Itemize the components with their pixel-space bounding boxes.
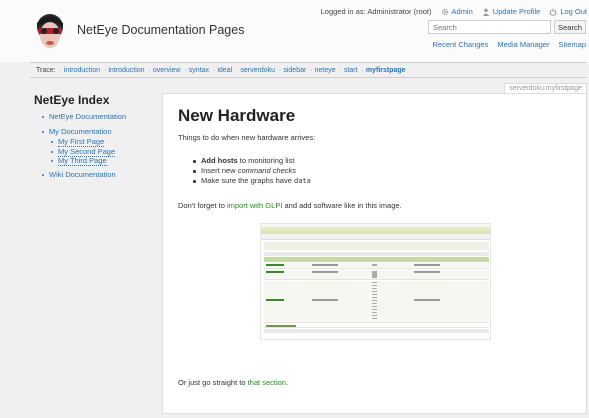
sidebar-subitem: My First Page	[34, 137, 158, 147]
list-item-text: Insert new	[201, 166, 238, 175]
that-section-link[interactable]: that section	[248, 378, 286, 387]
list-item: Insert new command checks	[193, 166, 311, 176]
paragraph-text: and add software like in this image.	[282, 201, 402, 210]
sidebar-nav: NetEye Documentation My Documentation My…	[34, 112, 158, 180]
admin-label: Admin	[451, 7, 473, 16]
logout-label: Log Out	[560, 7, 587, 16]
search-form: Search	[428, 20, 586, 34]
breadcrumb-item[interactable]: syntax	[189, 67, 209, 74]
sidebar-subitem: My Third Page	[34, 156, 158, 166]
logo[interactable]	[34, 13, 66, 51]
search-button[interactable]: Search	[554, 20, 586, 34]
paragraph-text: Or just go straight to	[178, 378, 248, 387]
site-title[interactable]: NetEye Documentation Pages	[77, 23, 244, 37]
breadcrumb-item[interactable]: serverdoku	[240, 67, 275, 74]
logged-in-text: Logged in as: Administrator (root)	[320, 7, 432, 16]
sidebar-item: My Documentation	[34, 127, 158, 137]
site-tools: Recent Changes Media Manager Sitemap	[423, 40, 586, 49]
glpi-paragraph: Don't forget to import with GLPI and add…	[178, 201, 402, 210]
sidebar-item: Wiki Documentation	[34, 170, 158, 180]
user-icon	[482, 8, 489, 16]
intro-paragraph: Things to do when new hardware arrives:	[178, 133, 316, 142]
breadcrumb-divider	[30, 77, 586, 78]
sidebar-item-my-third-page[interactable]: My Third Page	[58, 156, 107, 166]
page-heading: New Hardware	[178, 106, 296, 125]
import-glpi-link[interactable]: import with GLPI	[227, 201, 282, 210]
breadcrumb-current[interactable]: myfirstpage	[366, 67, 406, 74]
sidebar-subnav: My First Page My Second Page My Third Pa…	[34, 137, 158, 166]
search-input[interactable]	[428, 20, 551, 34]
update-profile-label: Update Profile	[492, 7, 541, 16]
section-paragraph: Or just go straight to that section.	[178, 378, 288, 387]
list-item-text: Make sure the graphs have	[201, 176, 294, 185]
sidebar-item-neteye-documentation[interactable]: NetEye Documentation	[49, 112, 126, 121]
breadcrumb-item[interactable]: ideal	[217, 67, 232, 74]
breadcrumb-item[interactable]: neteye	[315, 67, 336, 74]
sidebar-subitem: My Second Page	[34, 146, 158, 157]
breadcrumb-item[interactable]: introduction	[64, 67, 100, 74]
media-manager-link[interactable]: Media Manager	[497, 40, 549, 49]
power-icon	[549, 8, 557, 16]
breadcrumb-label: Trace:	[36, 67, 56, 74]
user-bar: Logged in as: Administrator (root) Admin…	[321, 7, 587, 16]
breadcrumb-item[interactable]: introduction	[108, 67, 144, 74]
sidebar-item-wiki-documentation[interactable]: Wiki Documentation	[49, 170, 116, 179]
logout-link[interactable]: Log Out	[549, 7, 587, 16]
breadcrumb-item[interactable]: sidebar	[283, 67, 306, 74]
site-header: NetEye Documentation Pages Logged in as:…	[0, 0, 589, 62]
sidebar-item-my-first-page[interactable]: My First Page	[58, 137, 105, 147]
paragraph-text: .	[285, 378, 289, 387]
page-content: New Hardware Things to do when new hardw…	[162, 93, 587, 414]
breadcrumb-item[interactable]: start	[344, 67, 358, 74]
breadcrumb: Trace: · introduction · introduction · over…	[36, 67, 406, 74]
page-id-tag: serverdoku:myfirstpage	[504, 83, 587, 93]
header-divider	[30, 62, 586, 63]
list-item-text: to monitoring list	[237, 156, 295, 165]
add-hosts-text: Add hosts	[201, 156, 238, 165]
update-profile-link[interactable]: Update Profile	[482, 7, 541, 16]
admin-link[interactable]: Admin	[441, 7, 473, 16]
command-checks-text: command checks	[237, 166, 297, 175]
gear-icon	[441, 8, 448, 15]
sidebar: NetEye Index NetEye Documentation My Doc…	[34, 93, 158, 185]
sidebar-item: NetEye Documentation	[34, 112, 158, 122]
breadcrumb-item[interactable]: overview	[153, 67, 181, 74]
sidebar-title: NetEye Index	[34, 93, 110, 107]
todo-list: Add hosts to monitoring list Insert new …	[193, 156, 311, 186]
list-item: Add hosts to monitoring list	[193, 156, 311, 166]
recent-changes-link[interactable]: Recent Changes	[432, 40, 488, 49]
sitemap-link[interactable]: Sitemap	[558, 40, 586, 49]
sidebar-item-my-documentation[interactable]: My Documentation	[49, 127, 112, 136]
software-screenshot-image[interactable]	[260, 223, 491, 340]
paragraph-text: Don't forget to	[178, 201, 227, 210]
list-item: Make sure the graphs have data	[193, 176, 311, 186]
data-code: data	[293, 177, 311, 185]
sidebar-item-my-second-page[interactable]: My Second Page	[58, 146, 116, 157]
